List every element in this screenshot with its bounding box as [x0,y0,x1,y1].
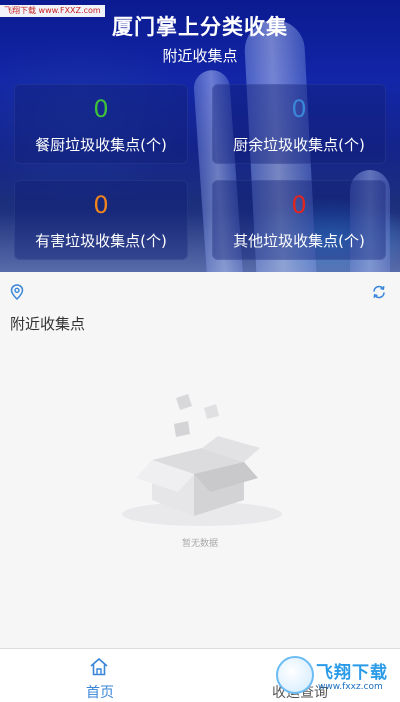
stat-count: 0 [93,191,109,219]
tab-home[interactable]: 首页 [0,649,200,702]
stat-card-other-waste[interactable]: 0 其他垃圾收集点(个) [212,180,386,260]
stat-label: 餐厨垃圾收集点(个) [35,136,167,154]
stat-card-kitchen-waste[interactable]: 0 餐厨垃圾收集点(个) [14,84,188,164]
app-title: 厦门掌上分类收集 [112,15,288,39]
refresh-icon[interactable] [371,284,387,300]
empty-state-text: 暂无数据 [181,539,218,549]
stat-count: 0 [291,191,307,219]
stat-card-food-waste[interactable]: 0 厨余垃圾收集点(个) [212,84,386,164]
stat-label: 厨余垃圾收集点(个) [233,136,365,154]
stat-count: 0 [291,95,307,123]
logo-site: www.fxxz.com [318,682,383,692]
logo-brand: 飞翔下载 [316,663,388,683]
location-pin-icon[interactable] [10,284,24,300]
stat-label: 有害垃圾收集点(个) [35,232,167,250]
stat-label: 其他垃圾收集点(个) [233,232,365,250]
stat-count: 0 [93,95,109,123]
home-icon [90,657,108,676]
site-logo-watermark: 飞翔下载 www.fxxz.com [276,654,394,698]
empty-box-icon [122,394,282,526]
stat-card-hazardous-waste[interactable]: 0 有害垃圾收集点(个) [14,180,188,260]
nearby-section-title: 附近收集点 [10,315,86,333]
tab-label: 首页 [86,685,114,701]
app-subtitle: 附近收集点 [162,47,238,65]
logo-badge-icon [276,656,314,694]
